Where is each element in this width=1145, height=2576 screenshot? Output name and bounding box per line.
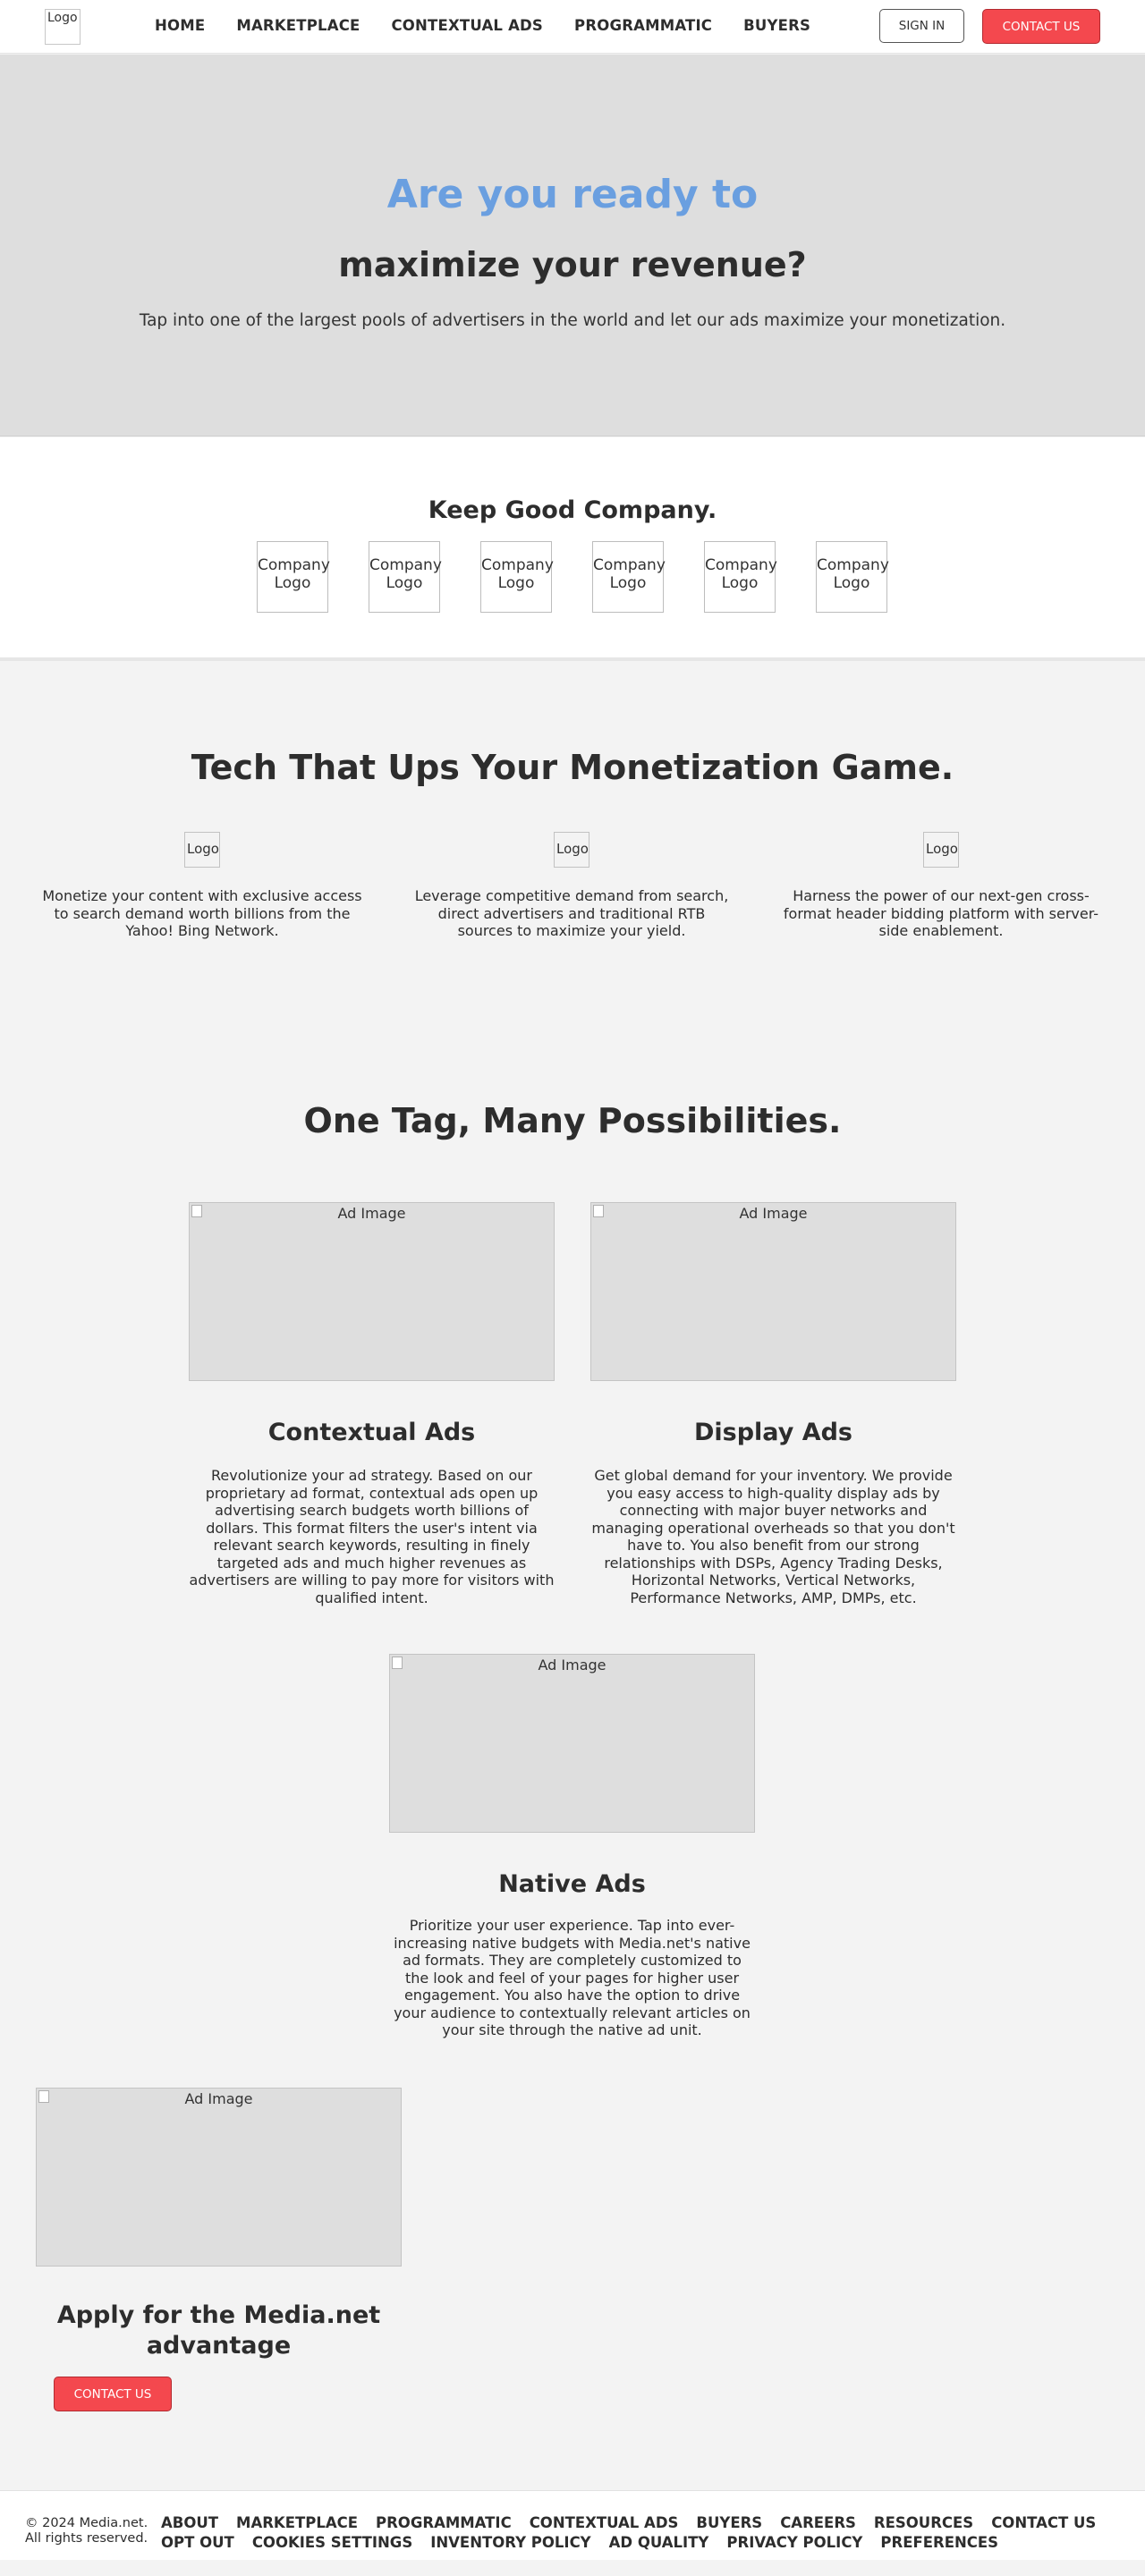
sign-in-button[interactable]: SIGN IN (879, 9, 964, 43)
feature-logo: Logo (184, 832, 220, 868)
apply-image: Ad Image (36, 2088, 402, 2267)
footer-link-privacy-policy[interactable]: PRIVACY POLICY (726, 2534, 862, 2551)
image-alt-text: Ad Image (184, 2090, 253, 2107)
company-logos: Company Logo Company Logo Company Logo C… (257, 541, 889, 613)
copyright: © 2024 Media.net. All rights reserved. (25, 2516, 148, 2547)
native-ads-text: Prioritize your user experience. Tap int… (394, 1917, 751, 2039)
broken-image-icon (392, 1657, 403, 1669)
contact-us-button[interactable]: CONTACT US (982, 9, 1100, 44)
hero-headline-line1: Are you ready to (386, 172, 759, 217)
nav-marketplace[interactable]: MARKETPLACE (236, 17, 360, 34)
main-nav: HOME MARKETPLACE CONTEXTUAL ADS PROGRAMM… (155, 17, 842, 34)
contextual-ads-image: Ad Image (189, 1202, 555, 1381)
image-alt-text: Ad Image (538, 1657, 606, 1674)
nav-buyers[interactable]: BUYERS (743, 17, 810, 34)
footer-link-resources[interactable]: RESOURCES (874, 2514, 973, 2531)
footer-link-contact-us[interactable]: CONTACT US (991, 2514, 1096, 2531)
site-header: Logo HOME MARKETPLACE CONTEXTUAL ADS PRO… (0, 0, 1145, 54)
contextual-ads-text: Revolutionize your ad strategy. Based on… (189, 1467, 555, 1606)
footer-link-programmatic[interactable]: PROGRAMMATIC (376, 2514, 512, 2531)
feature-logo: Logo (923, 832, 959, 868)
footer-link-contextual-ads[interactable]: CONTEXTUAL ADS (530, 2514, 679, 2531)
native-ads-title: Native Ads (498, 1870, 646, 1898)
feature-text: Monetize your content with exclusive acc… (42, 887, 362, 940)
feature-card: Logo Monetize your content with exclusiv… (40, 832, 364, 940)
footer-links-row1: ABOUT MARKETPLACE PROGRAMMATIC CONTEXTUA… (161, 2514, 1114, 2531)
nav-programmatic[interactable]: PROGRAMMATIC (574, 17, 712, 34)
footer-link-marketplace[interactable]: MARKETPLACE (236, 2514, 358, 2531)
nav-contextual-ads[interactable]: CONTEXTUAL ADS (392, 17, 544, 34)
footer-link-careers[interactable]: CAREERS (780, 2514, 856, 2531)
feature-logo: Logo (554, 832, 589, 868)
footer-link-cookies-settings[interactable]: COOKIES SETTINGS (252, 2534, 412, 2551)
footer-link-opt-out[interactable]: OPT OUT (161, 2534, 234, 2551)
company-logo: Company Logo (480, 541, 554, 613)
company-logo: Company Logo (369, 541, 442, 613)
display-ads-title: Display Ads (693, 1419, 852, 1446)
hero-subtitle: Tap into one of the largest pools of adv… (139, 311, 1006, 330)
image-alt-text: Ad Image (739, 1205, 808, 1222)
company-logo: Company Logo (592, 541, 666, 613)
feature-text: Leverage competitive demand from search,… (414, 887, 729, 940)
image-alt-text: Ad Image (337, 1205, 406, 1222)
native-ads-image: Ad Image (389, 1654, 755, 1833)
site-logo[interactable]: Logo (45, 9, 81, 45)
rights-line: All rights reserved. (25, 2531, 148, 2546)
footer-link-inventory-policy[interactable]: INVENTORY POLICY (430, 2534, 590, 2551)
one-tag-title: One Tag, Many Possibilities. (303, 1101, 842, 1140)
broken-image-icon (191, 1205, 202, 1217)
footer-link-preferences[interactable]: PREFERENCES (880, 2534, 998, 2551)
hero-section: Are you ready to maximize your revenue? … (0, 55, 1145, 436)
footer-links-row2: OPT OUT COOKIES SETTINGS INVENTORY POLIC… (161, 2534, 1016, 2551)
broken-image-icon (593, 1205, 604, 1217)
tech-title: Tech That Ups Your Monetization Game. (191, 748, 954, 787)
company-logo: Company Logo (704, 541, 777, 613)
feature-text: Harness the power of our next-gen cross-… (783, 887, 1099, 940)
footer-link-ad-quality[interactable]: AD QUALITY (609, 2534, 709, 2551)
company-title: Keep Good Company. (428, 496, 717, 524)
contextual-ads-title: Contextual Ads (267, 1419, 476, 1446)
display-ads-text: Get global demand for your inventory. We… (591, 1467, 955, 1606)
site-footer: © 2024 Media.net. All rights reserved. A… (0, 2490, 1145, 2560)
display-ads-image: Ad Image (590, 1202, 956, 1381)
apply-title: Apply for the Media.net advantage (56, 2301, 381, 2360)
broken-image-icon (38, 2090, 49, 2103)
apply-contact-button[interactable]: CONTACT US (54, 2377, 172, 2411)
feature-card: Logo Harness the power of our next-gen c… (779, 832, 1103, 940)
hero-headline-line2: maximize your revenue? (338, 245, 807, 284)
copyright-line: © 2024 Media.net. (25, 2516, 148, 2530)
company-logo: Company Logo (257, 541, 330, 613)
nav-home[interactable]: HOME (155, 17, 205, 34)
footer-link-buyers[interactable]: BUYERS (696, 2514, 762, 2531)
footer-link-about[interactable]: ABOUT (161, 2514, 218, 2531)
feature-card: Logo Leverage competitive demand from se… (410, 832, 734, 940)
company-section: Keep Good Company. Company Logo Company … (0, 437, 1145, 661)
company-logo: Company Logo (816, 541, 889, 613)
